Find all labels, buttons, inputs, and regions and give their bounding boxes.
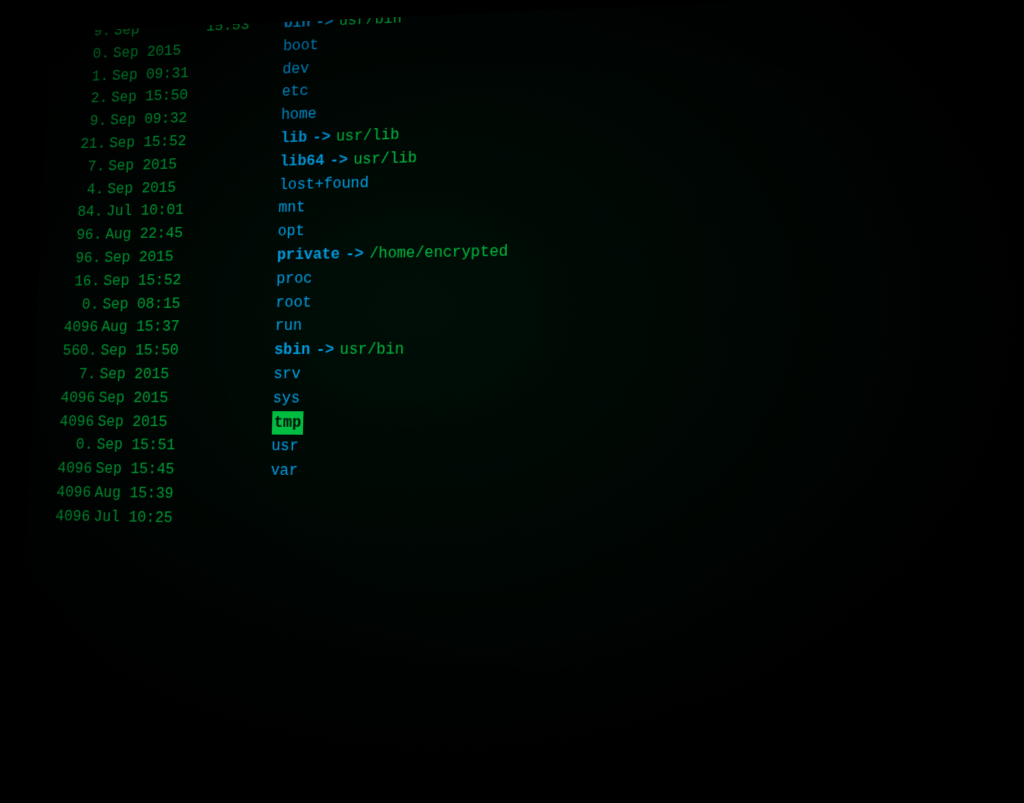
list-item: 560. Sep 15:50 sbin -> usr/bin [43,334,1024,363]
list-item: 4096 Sep 2015 sys [41,387,1024,414]
tmp-highlighted: tmp [272,411,304,435]
list-item: 7. Sep 2015 srv [42,361,1024,387]
terminal-window: 9. Sep 15:53 bin -> usr/bin 0. Sep 2015 … [16,0,1024,803]
terminal-content: 9. Sep 15:53 bin -> usr/bin 0. Sep 2015 … [16,0,1024,569]
